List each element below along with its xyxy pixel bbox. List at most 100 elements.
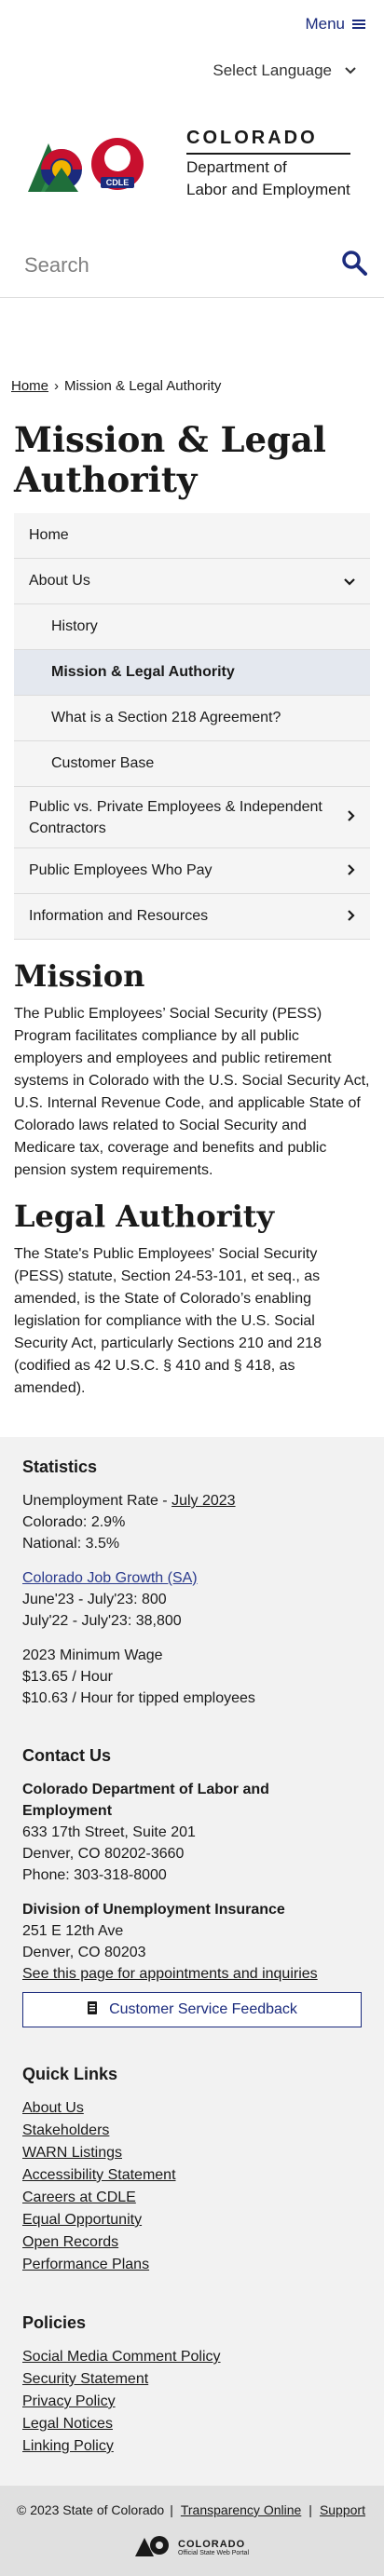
nav-item-section-218[interactable]: What is a Section 218 Agreement? [14,696,370,741]
nav-item-label: Customer Base [51,755,155,771]
appointments-link[interactable]: See this page for appointments and inqui… [22,1966,318,1982]
nav-item-mission-legal-authority[interactable]: Mission & Legal Authority [14,650,370,696]
nav-item-history[interactable]: History [14,604,370,650]
minimum-wage-tipped: $10.63 / Hour for tipped employees [22,1690,255,1706]
quick-links-heading: Quick Links [22,2065,118,2083]
quick-link-accessibility[interactable]: Accessibility Statement [22,2164,362,2187]
chevron-right-icon [348,807,355,828]
nav-item-about-us[interactable]: About Us [14,559,370,604]
hamburger-icon [352,18,365,31]
mission-text: The Public Employees’ Social Security (P… [14,1006,370,1178]
colorado-c-icon [135,2534,172,2561]
logo-dept-line1: Department of [186,157,287,176]
page-title: Mission & Legal Authority [14,419,326,500]
contact-heading: Contact Us [22,1746,112,1765]
nav-item-label: Home [29,527,69,543]
job-growth-block: Colorado Job Growth (SA) June'23 - July'… [22,1567,362,1632]
job-growth-link[interactable]: Colorado Job Growth (SA) [22,1570,198,1586]
policies-list: Social Media Comment Policy Security Sta… [22,2346,362,2458]
contact-unemployment: Division of Unemployment Insurance 251 E… [22,1899,362,2027]
contact-cdle: Colorado Department of Labor and Employm… [22,1779,362,1886]
minimum-wage-hourly: $13.65 / Hour [22,1669,113,1685]
mission-heading: Mission [14,958,145,994]
portal-subtitle: Official State Web Portal [178,2550,249,2556]
transparency-link[interactable]: Transparency Online [181,2502,301,2517]
quick-link-open-records[interactable]: Open Records [22,2231,362,2254]
logo-dept-line2: Labor and Employment [186,180,350,198]
contact-org-name: Colorado Department of Labor and Employm… [22,1782,269,1819]
contact-phone: Phone: 303-318-8000 [22,1867,167,1883]
quick-links-list: About Us Stakeholders WARN Listings Acce… [22,2097,362,2276]
quick-link-performance-plans[interactable]: Performance Plans [22,2254,362,2276]
section-nav: Home About Us History Mission & Legal Au… [14,513,370,940]
chevron-right-icon [348,909,355,924]
job-growth-month: June'23 - July'23: 800 [22,1592,167,1607]
nav-item-label: Public vs. Private Employees & Independe… [29,798,322,836]
minimum-wage-block: 2023 Minimum Wage $13.65 / Hour $10.63 /… [22,1645,362,1709]
search-input[interactable] [24,252,304,278]
nav-item-public-employees-who-pay[interactable]: Public Employees Who Pay [14,848,370,894]
support-link[interactable]: Support [320,2502,365,2517]
feedback-icon [87,2000,98,2020]
colorado-rate: Colorado: 2.9% [22,1514,126,1530]
chevron-down-icon [344,574,355,589]
chevron-down-icon [345,64,356,77]
minimum-wage-heading: 2023 Minimum Wage [22,1647,163,1663]
policy-social-media[interactable]: Social Media Comment Policy [22,2346,362,2368]
language-label: Select Language [213,61,332,79]
policy-legal-notices[interactable]: Legal Notices [22,2413,362,2435]
contact-address-line1: 633 17th Street, Suite 201 [22,1824,196,1840]
quick-link-about-us[interactable]: About Us [22,2097,362,2120]
quick-link-stakeholders[interactable]: Stakeholders [22,2120,362,2142]
menu-label: Menu [305,15,345,33]
search-icon[interactable] [341,250,367,280]
contact-org-name: Division of Unemployment Insurance [22,1902,285,1918]
unemployment-prefix: Unemployment Rate - [22,1493,172,1509]
nav-item-label: Public Employees Who Pay [29,862,213,878]
language-selector[interactable]: Select Language [0,48,384,93]
quick-link-warn-listings[interactable]: WARN Listings [22,2142,362,2164]
contact-address-line1: 251 E 12th Ave [22,1923,124,1939]
national-rate: National: 3.5% [22,1536,120,1552]
cdle-badge-text: CDLE [106,178,130,187]
nav-item-label: Information and Resources [29,908,209,924]
nav-item-public-vs-private[interactable]: Public vs. Private Employees & Independe… [14,787,370,848]
unemployment-block: Unemployment Rate - July 2023 Colorado: … [22,1490,362,1554]
breadcrumb: Home › Mission & Legal Authority [0,378,384,394]
quick-link-careers[interactable]: Careers at CDLE [22,2187,362,2209]
breadcrumb-separator: › [54,378,60,394]
nav-item-label: History [51,618,98,634]
site-logo[interactable]: CDLE COLORADO Department of Labor and Em… [0,93,384,233]
contact-address-line2: Denver, CO 80202-3660 [22,1846,185,1862]
policy-security[interactable]: Security Statement [22,2368,362,2391]
legal-authority-heading: Legal Authority [14,1199,275,1234]
footer: Statistics Unemployment Rate - July 2023… [0,1437,384,2486]
nav-item-home[interactable]: Home [14,513,370,559]
statistics-heading: Statistics [22,1457,98,1476]
state-portal-logo[interactable]: COLORADO Official State Web Portal [11,2534,373,2561]
chevron-right-icon [348,863,355,878]
unemployment-month-link[interactable]: July 2023 [171,1493,236,1509]
legal-authority-text: The State's Public Employees' Social Sec… [14,1246,322,1396]
breadcrumb-current: Mission & Legal Authority [64,378,222,394]
breadcrumb-home-link[interactable]: Home [11,378,48,394]
top-bar: Menu [0,0,384,48]
colorado-logo-mark: CDLE [24,130,173,196]
copyright: © 2023 State of Colorado [17,2502,165,2517]
nav-item-label: Mission & Legal Authority [51,664,235,680]
policy-privacy[interactable]: Privacy Policy [22,2391,362,2413]
nav-item-label: About Us [29,573,90,589]
policy-linking[interactable]: Linking Policy [22,2435,362,2458]
logo-text: COLORADO Department of Labor and Employm… [186,128,350,199]
job-growth-year: July'22 - July'23: 38,800 [22,1613,182,1629]
search-bar [0,233,384,298]
policies-heading: Policies [22,2313,87,2332]
nav-item-customer-base[interactable]: Customer Base [14,741,370,787]
nav-item-information-resources[interactable]: Information and Resources [14,894,370,940]
bottom-bar: © 2023 State of Colorado | Transparency On… [0,2486,384,2576]
contact-address-line2: Denver, CO 80203 [22,1945,146,1960]
quick-link-equal-opportunity[interactable]: Equal Opportunity [22,2209,362,2231]
feedback-button-label: Customer Service Feedback [109,2001,297,2017]
customer-feedback-button[interactable]: Customer Service Feedback [22,1992,362,2027]
menu-button[interactable]: Menu [305,15,365,34]
